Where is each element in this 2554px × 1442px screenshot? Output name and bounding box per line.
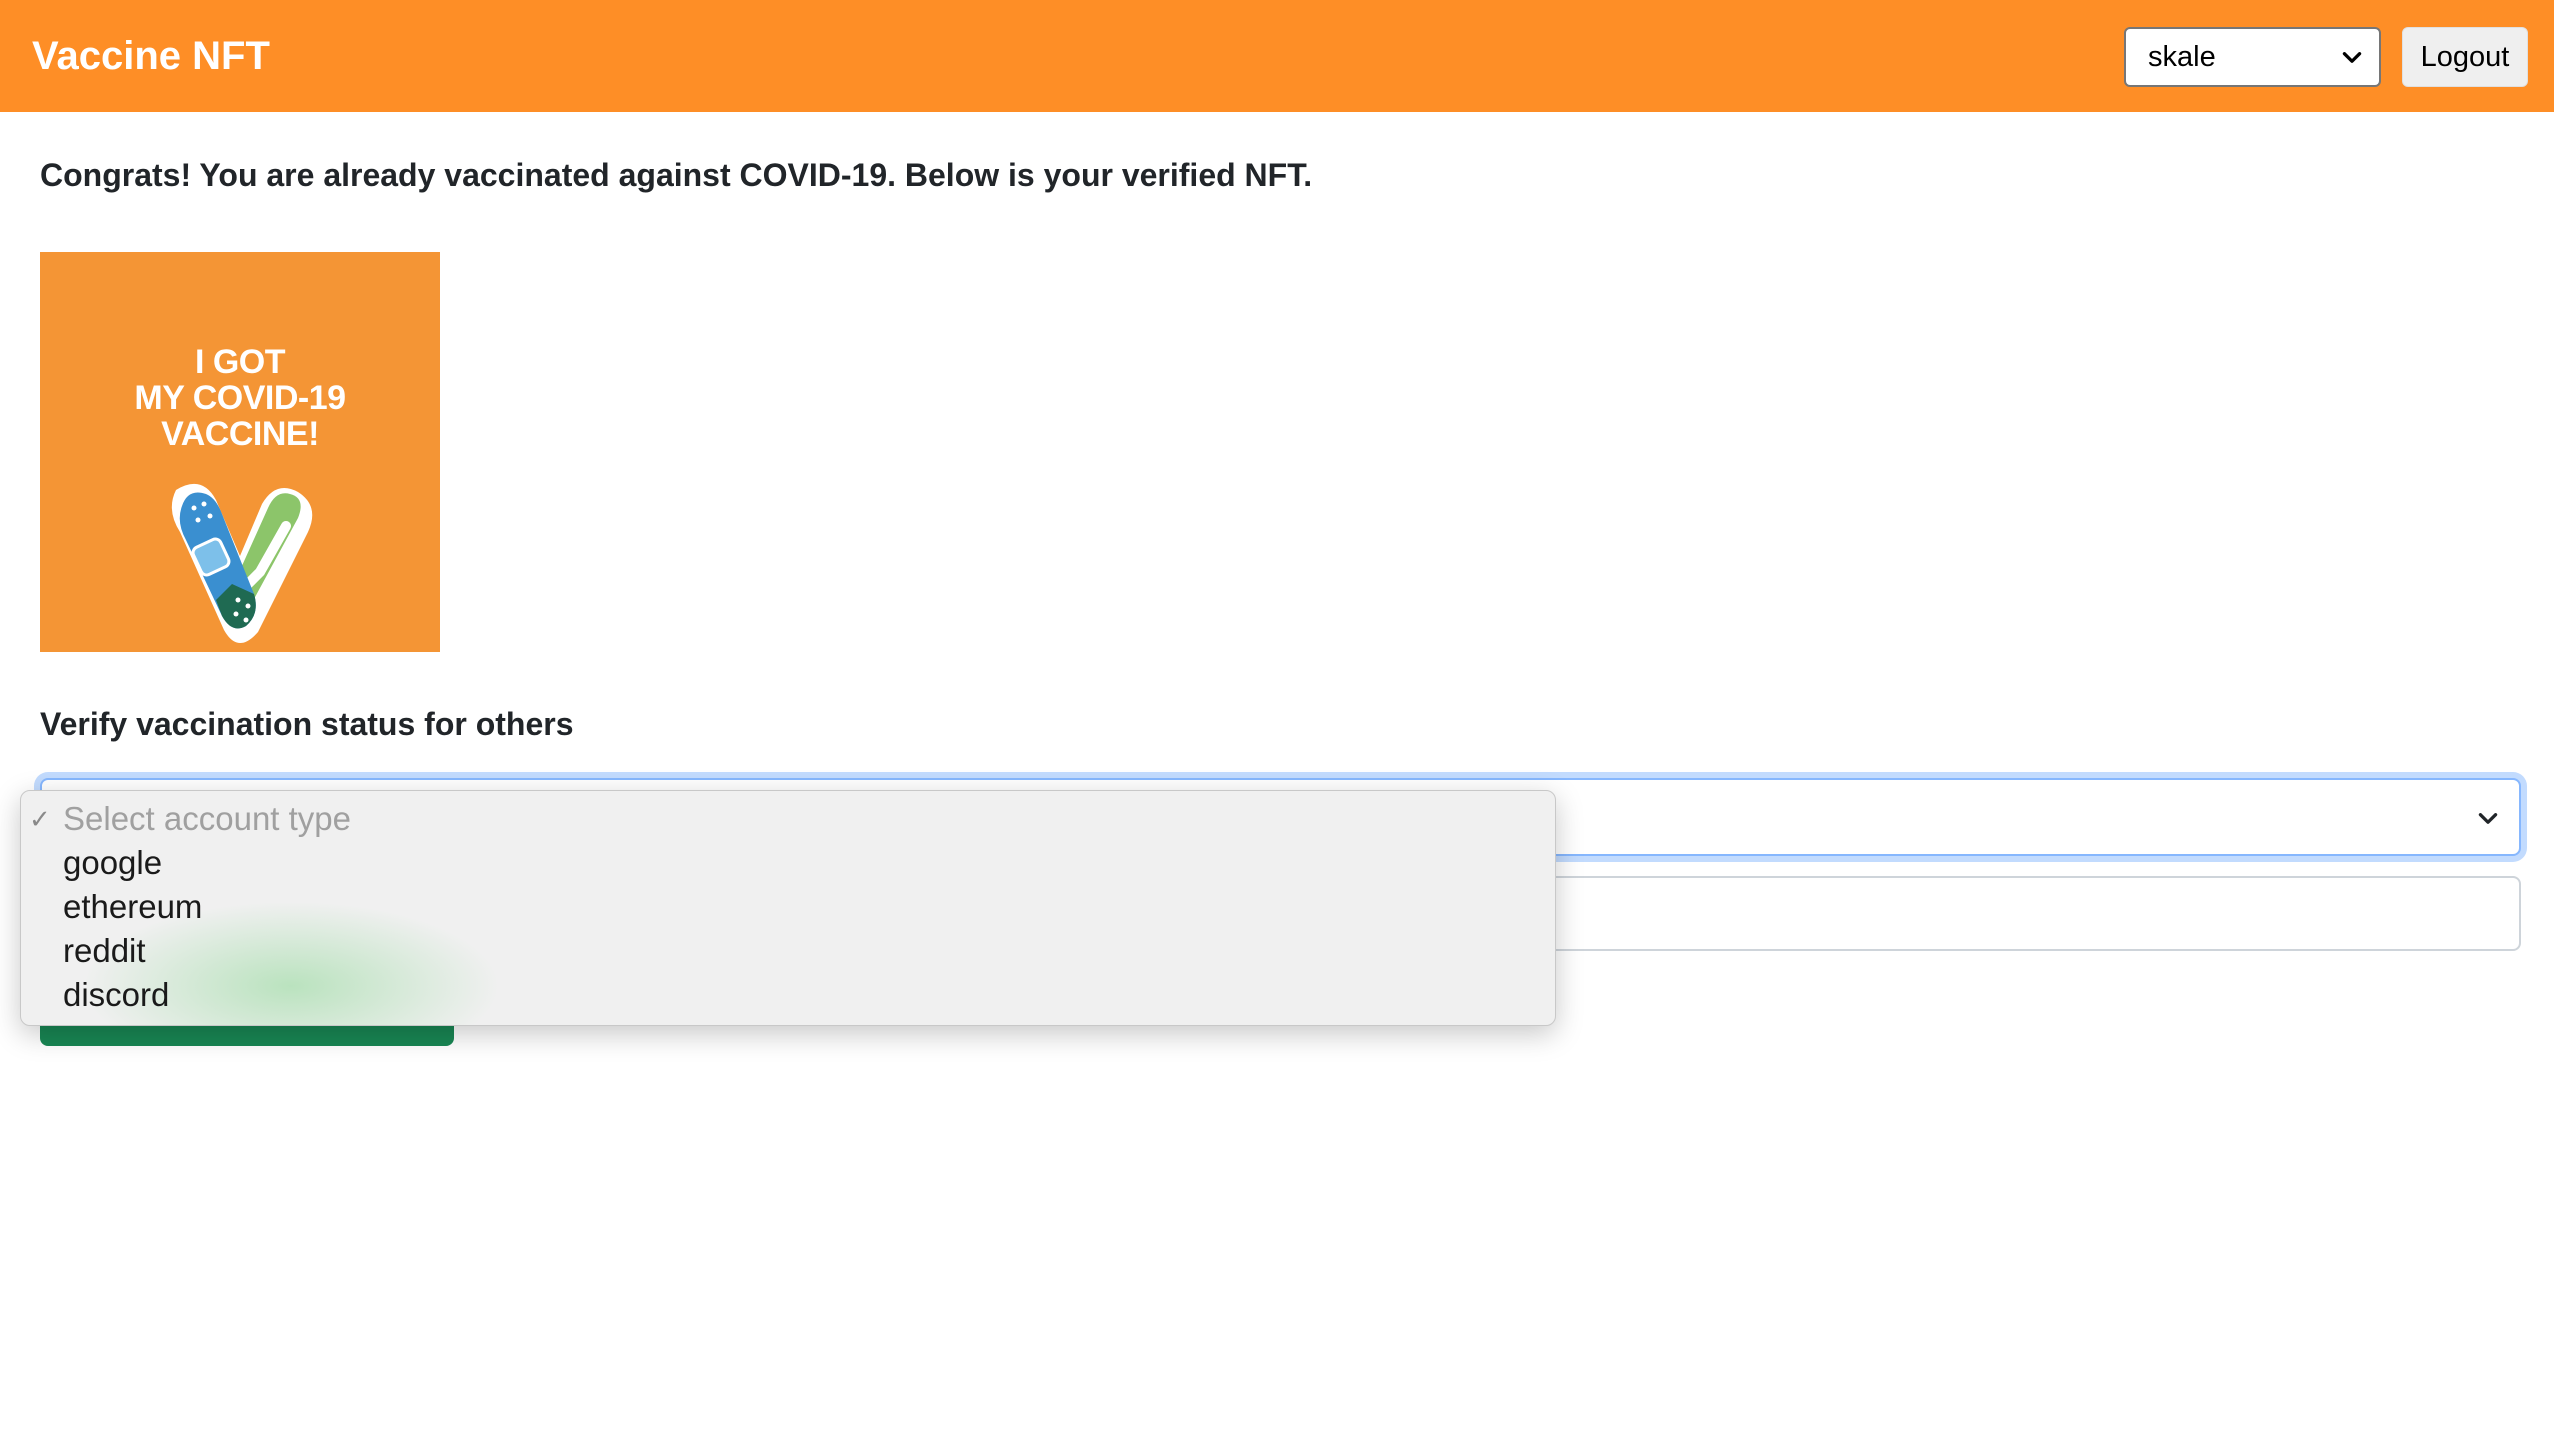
dropdown-option-reddit[interactable]: reddit xyxy=(21,929,1555,973)
option-label: google xyxy=(63,844,163,881)
dropdown-option-placeholder[interactable]: ✓ Select account type xyxy=(21,797,1555,841)
verify-section-heading: Verify vaccination status for others xyxy=(40,706,574,742)
network-select[interactable]: skale xyxy=(2124,27,2381,87)
option-label: ethereum xyxy=(63,888,203,925)
network-select-value: skale xyxy=(2148,40,2216,73)
chevron-down-icon xyxy=(2478,813,2498,824)
nft-text-line-1: I GOT xyxy=(194,343,286,381)
option-label: Select account type xyxy=(63,800,352,837)
logout-button[interactable]: Logout xyxy=(2402,27,2528,87)
account-type-dropdown-menu: ✓ Select account type google ethereum re… xyxy=(20,790,1556,1026)
chevron-down-icon xyxy=(2342,52,2362,63)
option-label: reddit xyxy=(63,932,146,969)
dropdown-option-google[interactable]: google xyxy=(21,841,1555,885)
nft-text-line-2: MY COVID-19 xyxy=(134,379,346,417)
app-title: Vaccine NFT xyxy=(32,34,270,78)
vaccine-nft-image: I GOT MY COVID-19 VACCINE! xyxy=(40,252,440,652)
congrats-message: Congrats! You are already vaccinated aga… xyxy=(40,157,1313,193)
top-navbar: Vaccine NFT skale Logout xyxy=(0,0,2554,112)
bandage-check-icon xyxy=(171,483,313,644)
dropdown-option-ethereum[interactable]: ethereum xyxy=(21,885,1555,929)
checkmark-icon: ✓ xyxy=(29,804,51,834)
dropdown-option-discord[interactable]: discord xyxy=(21,973,1555,1017)
option-label: discord xyxy=(63,976,170,1013)
nft-text-line-3: VACCINE! xyxy=(161,415,319,453)
